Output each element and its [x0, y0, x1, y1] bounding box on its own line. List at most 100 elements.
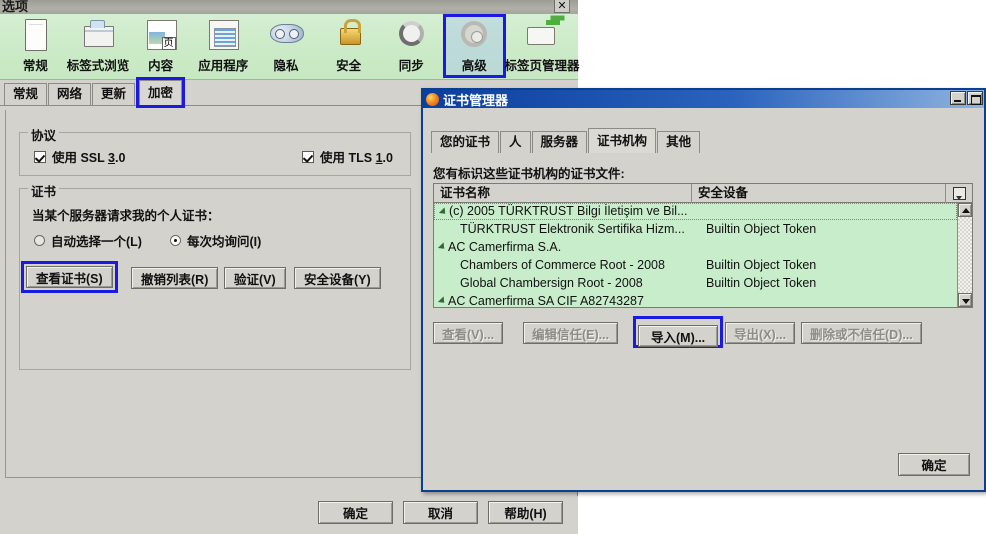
- certificate-group-legend: 证书: [28, 181, 60, 200]
- toolbar-item-tab-manager[interactable]: 标签页管理器: [504, 14, 580, 78]
- applications-icon: [205, 17, 241, 53]
- protocol-group: 协议 使用 SSL 3.0 使用 TLS 1.0: [19, 125, 411, 176]
- cert-name: Global Chambersign Root - 2008: [460, 276, 643, 290]
- close-icon[interactable]: ✕: [554, 0, 570, 13]
- toolbar-label: 应用程序: [198, 59, 249, 73]
- tab-authorities[interactable]: 证书机构: [588, 128, 657, 153]
- view-certificates-button[interactable]: 查看证书(S): [26, 266, 113, 288]
- certificate-manager-window: 证书管理器 您的证书 人 服务器 证书机构 其他 您有标识这些证书机构的证书文件…: [421, 88, 986, 492]
- table-row[interactable]: TÜRKTRUST Elektronik Sertifika Hizm... B…: [434, 220, 957, 238]
- cert-name: AC Camerfirma SA CIF A82743287: [448, 294, 644, 307]
- certificate-question-label: 当某个服务器请求我的个人证书：: [32, 209, 220, 223]
- tab-your-certificates[interactable]: 您的证书: [431, 131, 500, 153]
- use-tls1-checkbox-row[interactable]: 使用 TLS 1.0: [302, 147, 393, 166]
- toolbar-label: 标签式浏览: [66, 59, 130, 73]
- tab-people[interactable]: 人: [500, 131, 531, 153]
- cancel-button[interactable]: 取消: [403, 501, 478, 524]
- toolbar-label: 常规: [22, 59, 48, 73]
- encryption-pane: 协议 使用 SSL 3.0 使用 TLS 1.0 证书 当某个服务器请求我的个人…: [5, 110, 425, 478]
- view-certificate-button[interactable]: 查看(V)...: [433, 322, 504, 344]
- toolbar-label: 高级: [461, 59, 487, 73]
- tab-manager-icon: [524, 17, 561, 53]
- table-row[interactable]: AC Camerfirma SA CIF A82743287: [434, 292, 957, 307]
- use-ssl3-checkbox[interactable]: [34, 150, 46, 163]
- column-picker-icon[interactable]: [946, 184, 972, 203]
- certificate-list-description: 您有标识这些证书机构的证书文件:: [433, 167, 625, 181]
- options-window-title: 选项: [2, 0, 29, 14]
- certificate-manager-title: 证书管理器: [443, 92, 509, 108]
- general-icon: [17, 17, 53, 53]
- radio-auto-select[interactable]: [34, 235, 45, 246]
- table-row[interactable]: Global Chambersign Root - 2008 Builtin O…: [434, 274, 957, 292]
- use-ssl3-label: 使用 SSL 3.0: [52, 151, 126, 165]
- delete-or-distrust-button[interactable]: 删除或不信任(D)...: [801, 322, 922, 344]
- certificate-group: 证书 当某个服务器请求我的个人证书： 自动选择一个(L) 每次均询问(I) 查看…: [19, 181, 411, 370]
- certificate-list-scrollbar[interactable]: [957, 203, 972, 307]
- export-button[interactable]: 导出(X)...: [725, 322, 796, 344]
- radio-auto-select-row[interactable]: 自动选择一个(L): [34, 231, 142, 250]
- table-row[interactable]: (c) 2005 TÜRKTRUST Bilgi İletişim ve Bil…: [434, 203, 957, 220]
- expand-triangle-icon[interactable]: [437, 296, 448, 306]
- certificate-manager-ok-button[interactable]: 确定: [898, 453, 970, 476]
- tab-network[interactable]: 网络: [48, 83, 92, 105]
- use-ssl3-checkbox-row[interactable]: 使用 SSL 3.0: [34, 147, 125, 166]
- toolbar-item-privacy[interactable]: 隐私: [255, 14, 318, 78]
- edit-trust-button[interactable]: 编辑信任(E)...: [523, 322, 619, 344]
- import-button[interactable]: 导入(M)...: [638, 325, 719, 347]
- expand-triangle-icon[interactable]: [437, 242, 448, 252]
- toolbar-label: 隐私: [273, 59, 299, 73]
- tab-general[interactable]: 常规: [4, 83, 48, 105]
- toolbar-item-advanced[interactable]: 高级: [442, 14, 507, 78]
- scroll-down-icon[interactable]: [958, 293, 972, 307]
- column-header-device[interactable]: 安全设备: [692, 183, 946, 203]
- table-row[interactable]: Chambers of Commerce Root - 2008 Builtin…: [434, 256, 957, 274]
- tab-servers[interactable]: 服务器: [531, 131, 588, 153]
- security-lock-icon: [331, 17, 367, 53]
- certificate-rows: (c) 2005 TÜRKTRUST Bilgi İletişim ve Bil…: [434, 203, 957, 307]
- cert-name: (c) 2005 TÜRKTRUST Bilgi İletişim ve Bil…: [449, 204, 688, 218]
- table-row[interactable]: AC Camerfirma S.A.: [434, 238, 957, 256]
- toolbar-item-tabbed-browsing[interactable]: 标签式浏览: [67, 14, 130, 78]
- cert-name: Chambers of Commerce Root - 2008: [460, 258, 665, 272]
- radio-auto-select-label: 自动选择一个(L): [51, 235, 142, 249]
- certificate-list: 证书名称 安全设备 (c) 2005 TÜRKTRUST Bilgi İleti…: [433, 183, 973, 308]
- toolbar-label: 标签页管理器: [504, 59, 580, 73]
- cert-name: AC Camerfirma S.A.: [448, 240, 562, 254]
- scroll-up-icon[interactable]: [958, 203, 972, 217]
- cert-name: TÜRKTRUST Elektronik Sertifika Hizm...: [460, 222, 685, 236]
- cert-device: Builtin Object Token: [706, 276, 817, 290]
- toolbar-item-general[interactable]: 常规: [4, 14, 67, 78]
- use-tls1-label: 使用 TLS 1.0: [320, 151, 393, 165]
- toolbar-item-sync[interactable]: 同步: [380, 14, 443, 78]
- revocation-lists-button[interactable]: 撤销列表(R): [131, 267, 219, 289]
- help-button[interactable]: 帮助(H): [488, 501, 563, 524]
- expand-triangle-icon[interactable]: [438, 206, 449, 217]
- window-controls: [950, 91, 983, 105]
- certificate-list-header: 证书名称 安全设备: [434, 183, 972, 203]
- radio-ask-every-time-row[interactable]: 每次均询问(I): [170, 231, 261, 250]
- toolbar-item-applications[interactable]: 应用程序: [192, 14, 255, 78]
- advanced-gear-icon: [456, 17, 492, 53]
- minimize-icon[interactable]: [950, 91, 966, 105]
- ok-button[interactable]: 确定: [318, 501, 393, 524]
- scrollbar-track[interactable]: [958, 217, 972, 293]
- options-bottom-bar: 确定 取消 帮助(H): [0, 496, 578, 534]
- privacy-mask-icon: [268, 17, 304, 53]
- tab-others[interactable]: 其他: [657, 131, 701, 153]
- certificate-manager-titlebar: 证书管理器: [423, 90, 984, 108]
- use-tls1-checkbox[interactable]: [302, 150, 314, 163]
- radio-ask-every-time-label: 每次均询问(I): [187, 235, 262, 249]
- validation-button[interactable]: 验证(V): [224, 267, 286, 289]
- maximize-icon[interactable]: [967, 91, 983, 105]
- tab-update[interactable]: 更新: [92, 83, 136, 105]
- toolbar-item-security[interactable]: 安全: [317, 14, 380, 78]
- tabbed-browsing-icon: [80, 17, 116, 53]
- certificate-manager-tabs: 您的证书 人 服务器 证书机构 其他: [431, 128, 701, 153]
- content-icon: [143, 17, 179, 53]
- toolbar-item-content[interactable]: 内容: [129, 14, 192, 78]
- tab-encryption[interactable]: 加密: [139, 80, 183, 105]
- security-devices-button[interactable]: 安全设备(Y): [294, 267, 381, 289]
- column-header-name[interactable]: 证书名称: [434, 183, 692, 203]
- options-titlebar: 选项 ✕: [0, 0, 578, 14]
- radio-ask-every-time[interactable]: [170, 235, 181, 246]
